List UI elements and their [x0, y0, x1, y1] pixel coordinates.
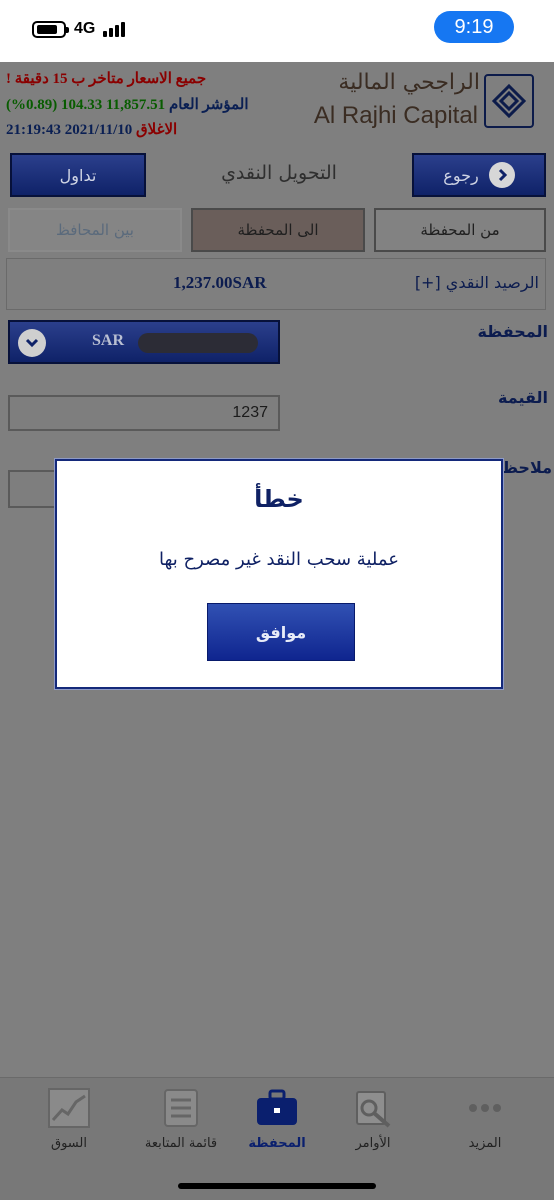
watchlist-icon [159, 1086, 203, 1130]
orders-icon [351, 1086, 395, 1130]
index-change-pct: (0.89%) [6, 97, 58, 113]
tab-portfolio-label: المحفظة [248, 1136, 306, 1151]
error-dialog: خطأ عملية سحب النقد غير مصرح بها موافق [55, 459, 503, 689]
index-change: 104.33 [61, 97, 103, 113]
amount-label: القيمة [498, 388, 548, 407]
signal-icon [103, 21, 126, 37]
tab-between-portfolios[interactable]: بين المحافظ [8, 208, 182, 252]
toolbar: تداول التحويل النقدي رجوع [0, 148, 554, 202]
cash-balance-row[interactable]: الرصيد النقدي [+] 1,237.00SAR [6, 258, 546, 310]
page-title: التحويل النقدي [221, 162, 337, 184]
ok-button-label: موافق [255, 622, 307, 642]
briefcase-icon [255, 1086, 299, 1130]
brand-logo-icon [484, 74, 534, 128]
index-label: المؤشر العام [168, 97, 249, 113]
network-type: 4G [74, 20, 96, 37]
tab-watchlist-label: قائمة المتابعة [144, 1136, 218, 1151]
tab-orders[interactable]: الأوامر [318, 1086, 428, 1151]
close-label: الاغلاق [136, 122, 178, 138]
redacted-portfolio-name [138, 333, 258, 353]
cash-balance-value: 1,237.00SAR [173, 273, 267, 292]
home-indicator [178, 1183, 376, 1189]
portfolio-label: المحفظة [477, 322, 548, 341]
tab-label: بين المحافظ [56, 221, 134, 239]
index-value: 11,857.51 [106, 97, 166, 113]
tab-market-label: السوق [51, 1136, 87, 1151]
market-index-line: المؤشر العام 11,857.51 104.33 (0.89%) [6, 95, 249, 114]
dialog-message: عملية سحب النقد غير مصرح بها [158, 549, 399, 570]
price-delay-notice: جميع الاسعار متاخر ب 15 دقيقة ! [6, 71, 207, 87]
tab-more[interactable]: المزيد [430, 1086, 540, 1151]
battery-icon [32, 20, 69, 38]
brand-name-english: Al Rajhi Capital [313, 102, 478, 129]
tab-to-portfolio[interactable]: الى المحفظة [191, 208, 365, 252]
amount-input[interactable]: 1237 [8, 395, 280, 431]
ok-button[interactable]: موافق [207, 603, 355, 661]
tab-portfolio[interactable]: المحفظة [222, 1086, 332, 1151]
market-chart-icon [47, 1086, 91, 1130]
tab-watchlist[interactable]: قائمة المتابعة [126, 1086, 236, 1151]
close-line: الاغلاق 2021/11/10 21:19:43 [6, 120, 177, 139]
tab-more-label: المزيد [468, 1136, 502, 1151]
tab-from-portfolio[interactable]: من المحفظة [374, 208, 546, 252]
tab-label: من المحفظة [420, 221, 500, 239]
back-button-label: رجوع [443, 165, 479, 185]
chevron-down-icon [18, 329, 46, 357]
dialog-title: خطأ [254, 485, 304, 513]
portfolio-select[interactable]: SAR [8, 320, 280, 364]
back-button[interactable]: رجوع [412, 153, 546, 197]
tab-label: الى المحفظة [237, 221, 319, 239]
trade-button-label: تداول [59, 165, 97, 185]
tab-orders-label: الأوامر [355, 1136, 391, 1151]
app-header: جميع الاسعار متاخر ب 15 دقيقة ! المؤشر ا… [0, 62, 554, 144]
status-indicators: 4G [32, 20, 126, 38]
chevron-right-icon [488, 162, 515, 188]
status-time: 9:19 [434, 11, 514, 43]
cash-balance-label: الرصيد النقدي [+] [414, 273, 539, 292]
status-bar: 4G 9:19 [0, 0, 554, 62]
close-datetime: 2021/11/10 21:19:43 [6, 122, 133, 138]
brand-name-arabic: الراجحي المالية [338, 70, 480, 95]
tab-market[interactable]: السوق [14, 1086, 124, 1151]
notes-label: ملاحظات [500, 458, 552, 477]
more-icon [463, 1086, 507, 1130]
portfolio-currency: SAR [92, 332, 125, 349]
bottom-tab-bar: المزيد الأوامر المحفظة قائمة المتابعة ال… [0, 1077, 554, 1200]
trade-button[interactable]: تداول [10, 153, 146, 197]
